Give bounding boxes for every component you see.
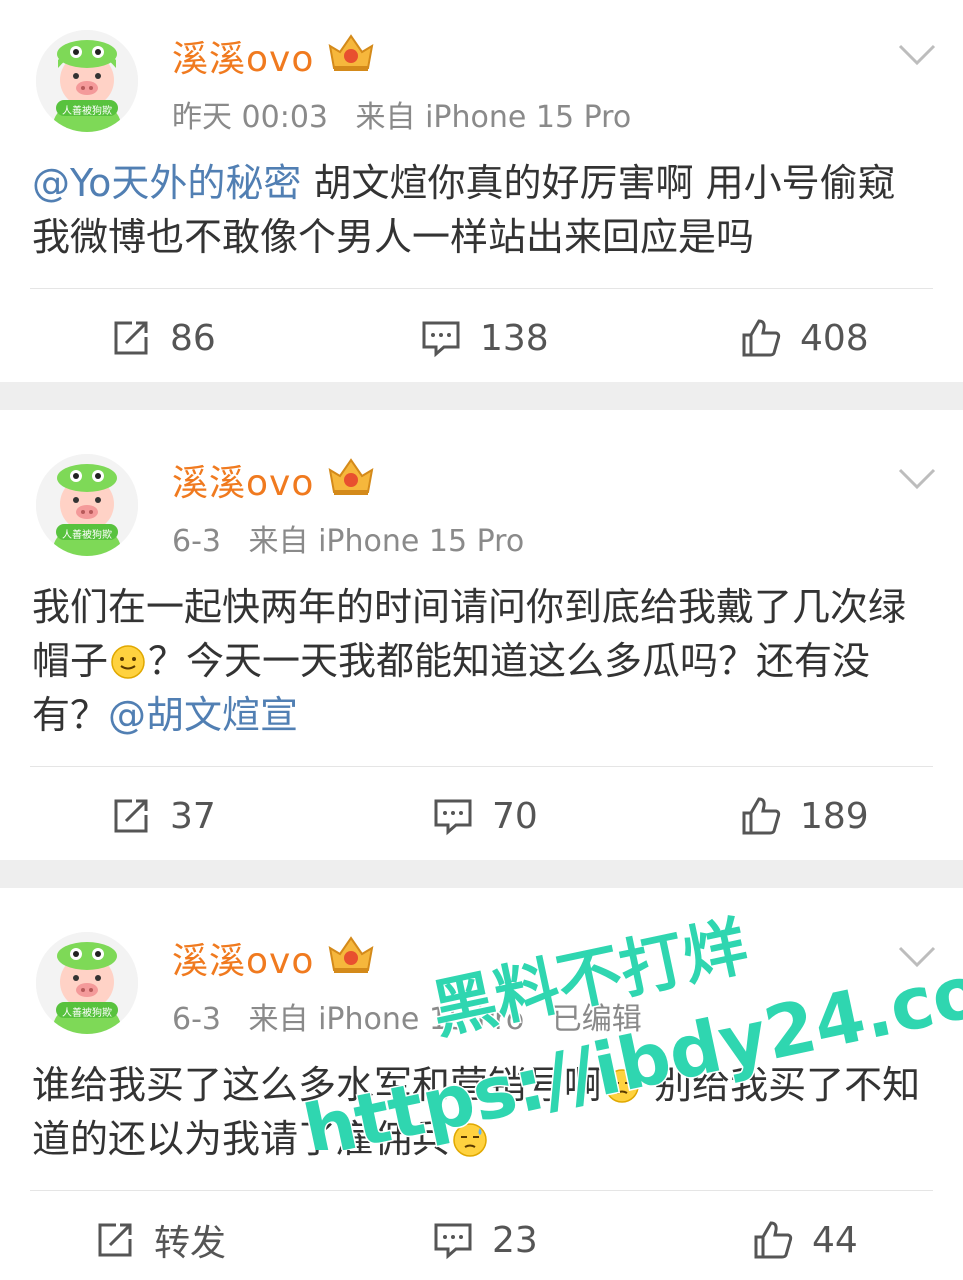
user-avatar[interactable]: 人善被狗欺	[36, 30, 138, 132]
repost-button[interactable]: 转发	[94, 1215, 226, 1265]
repost-count: 86	[170, 317, 216, 359]
weibo-post-2: 人善被狗欺 溪溪ovo 6-3 来自 iPhone 15 Pro 我们在一起快两…	[0, 410, 963, 860]
post-separator	[0, 382, 963, 410]
post-text: 谁给我买了这么多水军和营销号啊	[32, 1063, 603, 1107]
comment-icon	[422, 321, 460, 358]
weibo-post-3: 人善被狗欺 溪溪ovo 6-3 来自 iPhone 15 Pro 已编辑 谁给我…	[0, 888, 963, 1280]
post-time: 6-3	[172, 524, 221, 559]
post-content: 我们在一起快两年的时间请问你到底给我戴了几次绿帽子 ？今天一天我都能知道这么多瓜吗…	[32, 580, 932, 742]
post-time: 6-3	[172, 1002, 221, 1037]
thumbs-up-icon	[742, 797, 781, 835]
comment-count: 23	[492, 1219, 538, 1261]
vip-crown-badge-icon	[328, 458, 374, 495]
user-mention-link[interactable]: @Yo天外的秘密	[32, 161, 301, 205]
thumbs-up-icon	[742, 319, 781, 357]
weibo-post-1: 人善被狗欺 溪溪ovo 昨天 00:03 来自 iPhone 15 Pro @Y…	[0, 0, 963, 382]
repost-button[interactable]: 37	[110, 791, 216, 841]
post-separator	[0, 860, 963, 888]
sweat-emoji-icon	[605, 1069, 639, 1103]
repost-icon	[98, 1223, 132, 1257]
repost-icon	[114, 321, 148, 355]
avatar-caption: 人善被狗欺	[62, 530, 112, 541]
like-button[interactable]: 44	[752, 1215, 858, 1265]
avatar-caption: 人善被狗欺	[62, 106, 112, 117]
username[interactable]: 溪溪ovo	[172, 454, 314, 506]
vip-crown-badge-icon	[328, 34, 374, 71]
like-button[interactable]: 408	[740, 313, 869, 363]
chevron-down-icon[interactable]	[897, 466, 937, 492]
divider	[30, 288, 933, 289]
post-source: 来自 iPhone 15 Pro	[248, 524, 525, 559]
post-source: 来自 iPhone 15 Pro	[355, 100, 632, 135]
divider	[30, 1190, 933, 1191]
post-meta: 昨天 00:03 来自 iPhone 15 Pro	[172, 92, 649, 136]
comment-icon	[434, 1223, 472, 1260]
avatar-caption: 人善被狗欺	[62, 1008, 112, 1019]
like-count: 408	[800, 317, 869, 359]
sweat-emoji-icon	[453, 1123, 487, 1157]
username[interactable]: 溪溪ovo	[172, 932, 314, 984]
edited-label: 已编辑	[551, 1002, 642, 1037]
chevron-down-icon[interactable]	[897, 944, 937, 970]
smile-emoji-icon	[111, 645, 145, 679]
post-meta: 6-3 来自 iPhone 15 Pro 已编辑	[172, 994, 660, 1038]
user-avatar[interactable]: 人善被狗欺	[36, 932, 138, 1034]
vip-crown-badge-icon	[328, 936, 374, 973]
username[interactable]: 溪溪ovo	[172, 30, 314, 82]
thumbs-up-icon	[754, 1221, 793, 1259]
chevron-down-icon[interactable]	[897, 42, 937, 68]
post-meta: 6-3 来自 iPhone 15 Pro	[172, 516, 542, 560]
comment-count: 70	[492, 795, 538, 837]
repost-icon	[114, 799, 148, 833]
repost-button[interactable]: 86	[110, 313, 216, 363]
like-count: 44	[812, 1219, 858, 1261]
post-content: 谁给我买了这么多水军和营销号啊 别给我买了不知道的还以为我请了雇佣兵	[32, 1058, 932, 1166]
comment-button[interactable]: 138	[420, 313, 549, 363]
comment-button[interactable]: 23	[432, 1215, 538, 1265]
comment-button[interactable]: 70	[432, 791, 538, 841]
post-time: 昨天 00:03	[172, 100, 328, 135]
user-avatar[interactable]: 人善被狗欺	[36, 454, 138, 556]
like-count: 189	[800, 795, 869, 837]
post-content: @Yo天外的秘密 胡文煊你真的好厉害啊 用小号偷窥我微博也不敢像个男人一样站出来…	[32, 156, 932, 264]
post-source: 来自 iPhone 15 Pro	[248, 1002, 525, 1037]
repost-label: 转发	[154, 1223, 227, 1264]
comment-count: 138	[480, 317, 549, 359]
like-button[interactable]: 189	[740, 791, 869, 841]
divider	[30, 766, 933, 767]
comment-icon	[434, 799, 472, 836]
user-mention-link[interactable]: @胡文煊宣	[108, 693, 298, 737]
repost-count: 37	[170, 795, 216, 837]
